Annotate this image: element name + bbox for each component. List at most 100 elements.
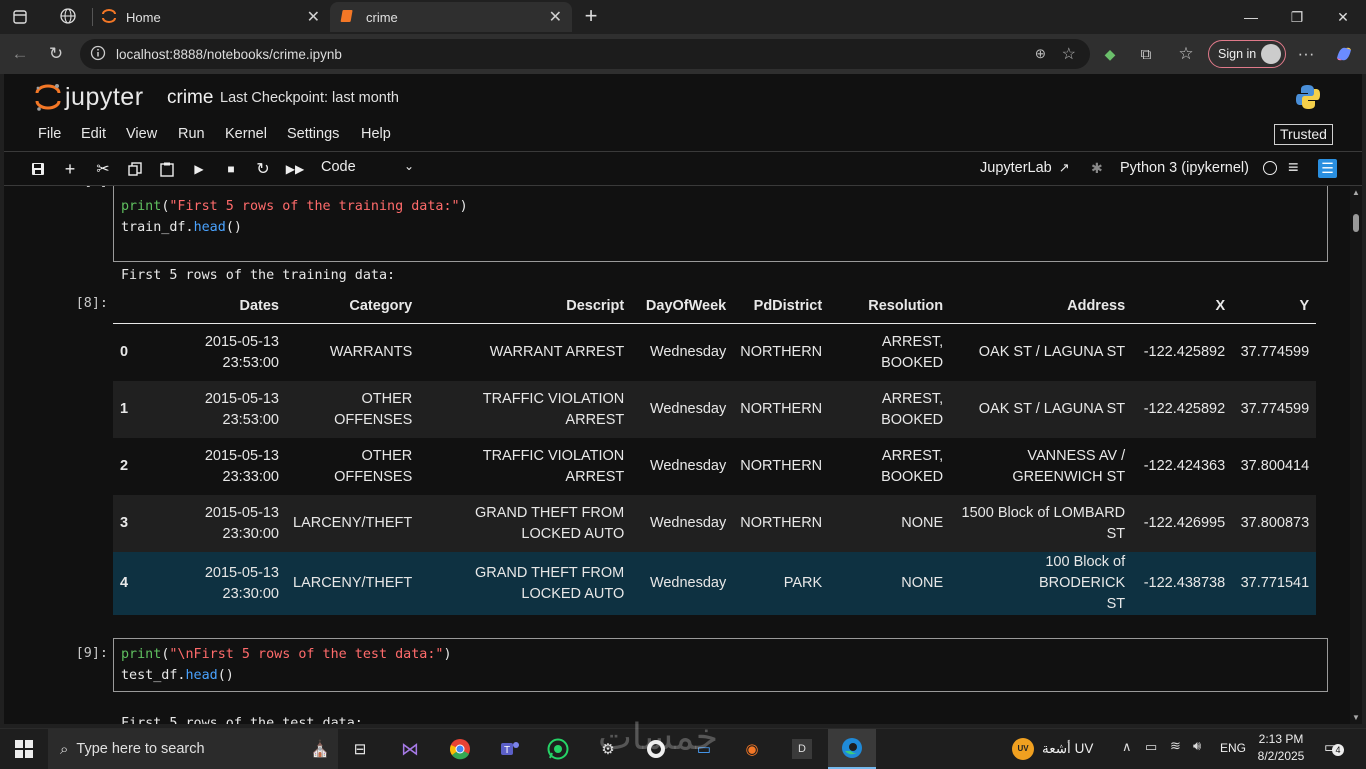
zoom-icon[interactable]: ⊕ (1035, 46, 1046, 62)
notification-icon[interactable]: ▭ 4 (1324, 738, 1344, 756)
menu-settings[interactable]: Settings (287, 126, 339, 142)
menu-kernel[interactable]: Kernel (225, 126, 267, 142)
cell-category: WARRANTS (329, 344, 413, 360)
close-tab-icon[interactable]: ✕ (307, 7, 320, 27)
cell-resolution: ARREST, BOOKED (881, 333, 944, 371)
cell-y: 37.774599 (1240, 344, 1310, 360)
site-info-icon[interactable] (90, 45, 106, 64)
run-icon[interactable]: ▶ (187, 157, 211, 181)
notebook-toolbar: + ✂ ▶ ■ ↻ ▶▶ Code ⌄ JupyterLab ↗ ✱ Pytho… (4, 152, 1362, 186)
scrollbar-thumb[interactable] (1353, 214, 1359, 232)
add-cell-icon[interactable]: + (58, 157, 82, 181)
restore-icon[interactable]: ❐ (1274, 0, 1320, 34)
cell-pddistrict: NORTHERN (733, 381, 830, 438)
menu-edit[interactable]: Edit (81, 126, 106, 142)
language-indicator[interactable]: ENG (1220, 741, 1246, 755)
cell-dates: 2015-05-13 23:30:00 (162, 552, 286, 615)
fast-forward-icon[interactable]: ▶▶ (283, 157, 307, 181)
trusted-badge[interactable]: Trusted (1274, 124, 1333, 145)
app-icon-2[interactable]: ◉ (732, 735, 772, 763)
column-header: X (1132, 289, 1233, 324)
code-cell-2[interactable]: print("\nFirst 5 rows of the test data:"… (113, 638, 1328, 692)
tab-home[interactable]: Home ✕ (50, 2, 330, 32)
svg-text:T: T (504, 745, 510, 756)
cut-icon[interactable]: ✂ (91, 157, 115, 181)
taskbar-search-box[interactable]: ⌕ Type here to search ⛪ (48, 729, 338, 769)
new-tab-icon[interactable]: + (580, 5, 602, 27)
menu-file[interactable]: File (38, 126, 61, 142)
menu-run[interactable]: Run (178, 126, 205, 142)
extension-icon[interactable]: ◆ (1096, 40, 1124, 68)
favorites-icon[interactable]: ☆ (1172, 40, 1200, 68)
jupyter-header: jupyter crime Last Checkpoint: last mont… (4, 74, 1362, 121)
notebook-panel[interactable]: [ ] print("First 5 rows of the training … (4, 186, 1350, 724)
jupyterlab-link[interactable]: JupyterLab ↗ (980, 160, 1070, 176)
restart-icon[interactable]: ↻ (251, 157, 275, 181)
avatar (1261, 44, 1281, 64)
volume-icon[interactable]: 🔊︎ (1193, 738, 1201, 754)
cell-type-select[interactable]: Code ⌄ (316, 159, 416, 179)
stop-icon[interactable]: ■ (219, 157, 243, 181)
back-icon[interactable]: ← (6, 40, 34, 68)
notebook-scrollbar[interactable]: ▲ ▼ (1350, 186, 1362, 724)
tab-actions-icon[interactable] (10, 7, 30, 27)
teams-icon[interactable]: T (490, 735, 530, 763)
jupyter-logo-icon (35, 84, 61, 111)
address-bar[interactable]: localhost:8888/notebooks/crime.ipynb ⊕ ☆ (80, 39, 1090, 69)
sign-in-button[interactable]: Sign in (1208, 40, 1286, 68)
cell-address: OAK ST / LAGUNA ST (978, 344, 1126, 360)
menu-help[interactable]: Help (361, 126, 391, 142)
kernel-name[interactable]: Python 3 (ipykernel) (1120, 160, 1249, 176)
menu-lines-icon[interactable]: ≡ (1288, 157, 1299, 178)
scroll-up-icon[interactable]: ▲ (1352, 188, 1360, 197)
refresh-icon[interactable]: ↻ (42, 40, 70, 68)
window-close-icon[interactable]: ✕ (1320, 0, 1366, 34)
minimize-icon[interactable]: — (1228, 0, 1274, 34)
visual-studio-icon[interactable]: ⋈ (390, 735, 430, 763)
favorite-star-icon[interactable]: ☆ (1062, 44, 1076, 64)
whatsapp-icon[interactable] (538, 735, 578, 763)
puzzle-icon[interactable]: ⧉ (1132, 40, 1160, 68)
code-line: test_df.head() (121, 668, 234, 683)
clock[interactable]: 2:13 PM 8/2/2025 (1254, 731, 1308, 765)
cell-pddistrict: NORTHERN (733, 495, 830, 552)
copy-icon[interactable] (123, 157, 147, 181)
table-row: 3 2015-05-13 23:30:00 LARCENY/THEFT GRAND… (113, 495, 1317, 552)
column-header: Resolution (829, 289, 951, 324)
cell-dates: 2015-05-13 23:30:00 (162, 495, 286, 552)
chevron-up-icon[interactable]: ∧ (1122, 739, 1132, 755)
battery-icon[interactable]: ▭ (1145, 739, 1157, 755)
save-icon[interactable] (26, 157, 50, 181)
more-icon[interactable]: ··· (1292, 40, 1320, 68)
cell-pddistrict: NORTHERN (740, 458, 823, 474)
cell-output-stdout-partial: First 5 rows of the test data: (121, 716, 363, 724)
menu-view[interactable]: View (126, 126, 157, 142)
d-app-icon[interactable]: D (782, 735, 822, 763)
tab-crime[interactable]: crime ✕ (330, 2, 572, 32)
row-index: 0 (120, 344, 129, 360)
debugger-icon[interactable]: ✱ (1091, 160, 1103, 177)
cell-y: 37.771541 (1232, 552, 1317, 615)
code-cell-1[interactable]: print("First 5 rows of the training data… (113, 186, 1328, 262)
notebook-name[interactable]: crime (167, 87, 213, 109)
close-tab-icon[interactable]: ✕ (549, 7, 562, 27)
cell-descript: WARRANT ARREST (489, 344, 625, 360)
paste-icon[interactable] (155, 157, 179, 181)
table-row: 1 2015-05-13 23:53:00 OTHER OFFENSES TRAFF… (113, 381, 1317, 438)
jupyter-logo[interactable]: jupyter (34, 80, 144, 114)
chrome-icon[interactable] (440, 735, 480, 763)
copilot-icon[interactable] (1330, 40, 1358, 68)
task-view-icon[interactable]: ⊟ (340, 735, 380, 763)
globe-icon (60, 7, 76, 27)
uv-badge: UV (1012, 738, 1034, 760)
wifi-icon[interactable]: ≋ (1170, 738, 1181, 754)
property-inspector-icon[interactable]: ☰ (1318, 159, 1337, 178)
windows-start-icon[interactable] (4, 735, 44, 763)
output-prompt: [8]: (75, 296, 108, 311)
cell-pddistrict: PARK (733, 552, 830, 615)
edge-icon[interactable] (828, 729, 876, 769)
cell-y: 37.800873 (1232, 495, 1317, 552)
scroll-down-icon[interactable]: ▼ (1352, 713, 1360, 722)
cell-x: -122.426995 (1132, 495, 1233, 552)
weather-widget[interactable]: UV أشعة UV (1012, 737, 1093, 761)
